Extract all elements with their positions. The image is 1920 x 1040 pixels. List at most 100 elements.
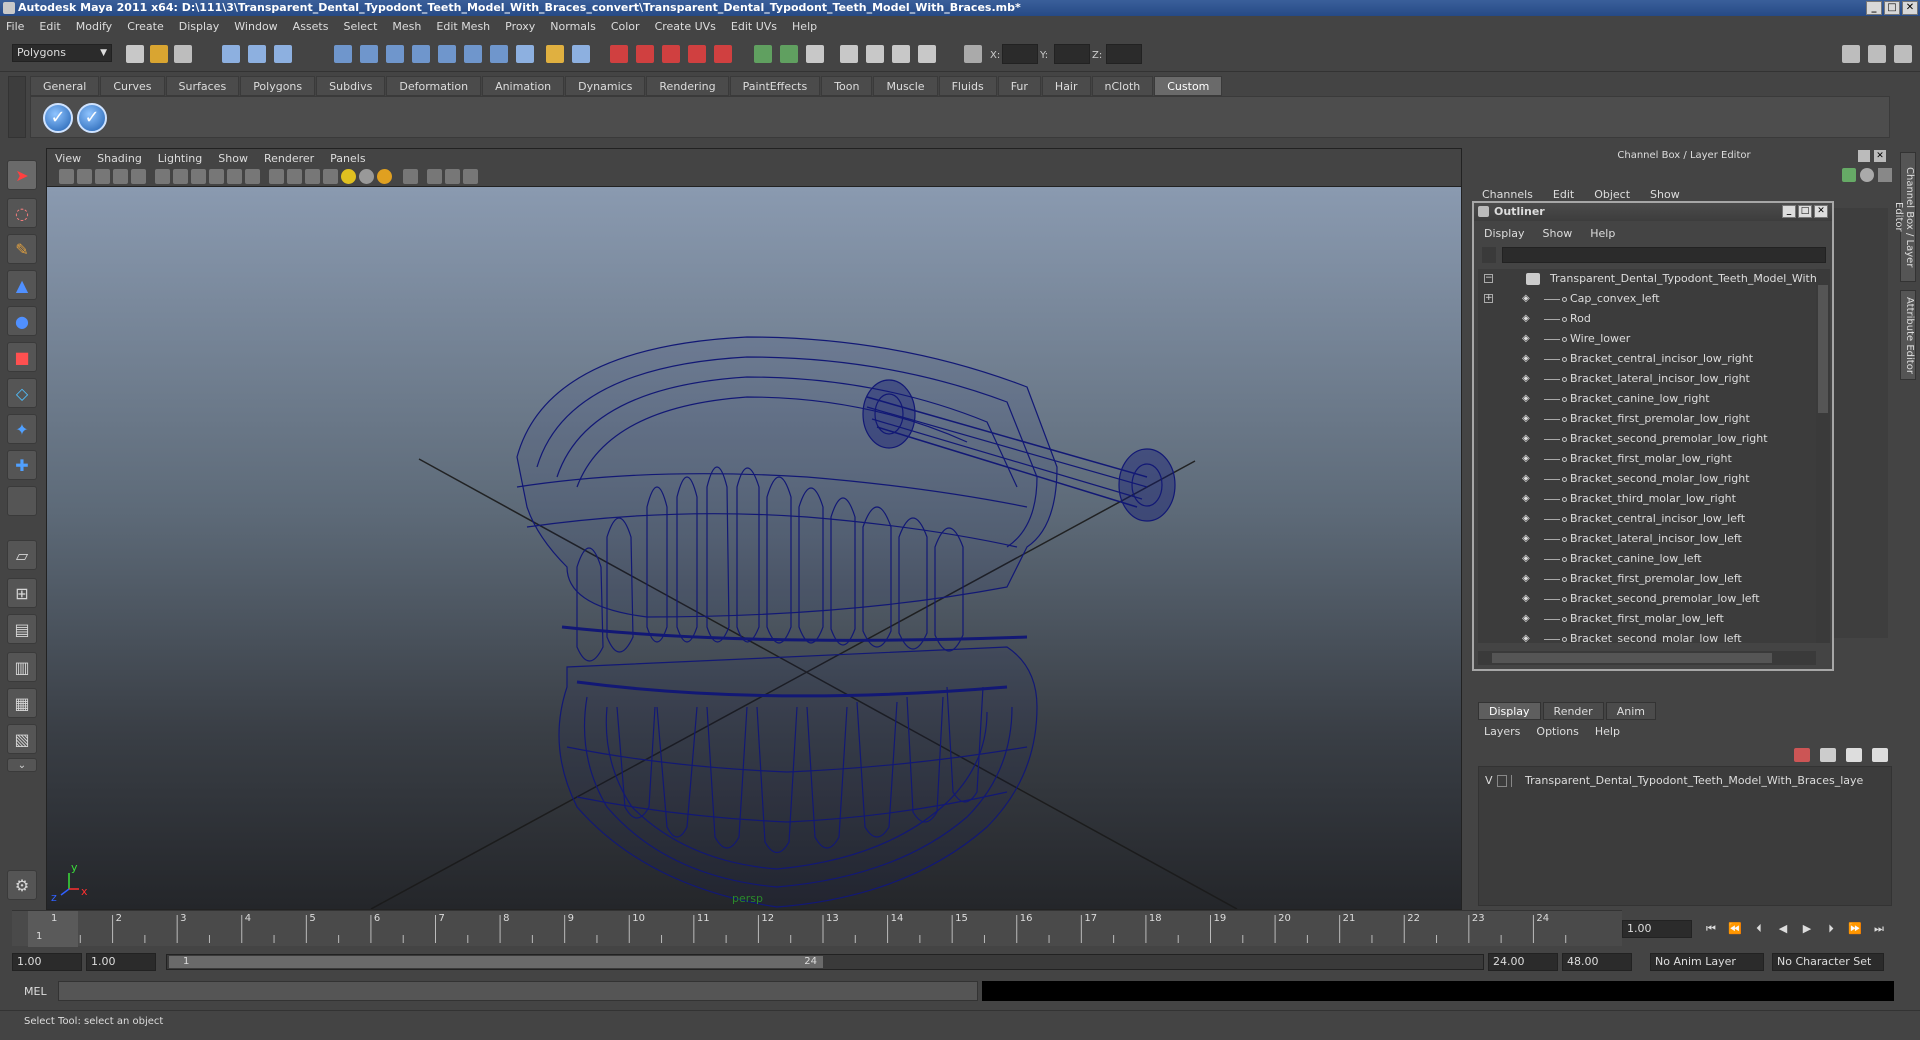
image-plane-icon[interactable] bbox=[113, 169, 128, 184]
outliner-item[interactable]: ◈ Bracket_lateral_incisor_low_left bbox=[1478, 529, 1816, 549]
snap-grid-icon[interactable] bbox=[334, 45, 352, 63]
animation-end-field[interactable]: 48.00 bbox=[1562, 953, 1632, 971]
outliner-item[interactable]: ◈ Bracket_second_premolar_low_left bbox=[1478, 589, 1816, 609]
menu-file[interactable]: File bbox=[6, 20, 24, 33]
menu-create-uvs[interactable]: Create UVs bbox=[655, 20, 716, 33]
menu-help[interactable]: Help bbox=[792, 20, 817, 33]
snap-curve-icon[interactable] bbox=[360, 45, 378, 63]
shelf-tab-animation[interactable]: Animation bbox=[482, 76, 565, 96]
wireframe-icon[interactable] bbox=[269, 169, 284, 184]
gate-mask-icon[interactable] bbox=[209, 169, 224, 184]
output-ops-icon[interactable] bbox=[780, 45, 798, 63]
open-scene-icon[interactable] bbox=[150, 45, 168, 63]
select-component-icon[interactable] bbox=[274, 45, 292, 63]
wireframe-on-shaded-icon[interactable] bbox=[305, 169, 320, 184]
shelf-tab-fluids[interactable]: Fluids bbox=[938, 76, 997, 96]
maximize-button[interactable]: □ bbox=[1884, 1, 1900, 15]
layer-tab-display[interactable]: Display bbox=[1478, 702, 1541, 720]
persp-graph-layout-icon[interactable]: ▥ bbox=[7, 652, 37, 682]
save-scene-icon[interactable] bbox=[174, 45, 192, 63]
single-perspective-layout-icon[interactable]: ▱ bbox=[7, 540, 37, 570]
2d-pan-icon[interactable] bbox=[131, 169, 146, 184]
outliner-horizontal-scrollbar[interactable] bbox=[1478, 651, 1816, 665]
field-chart-icon[interactable] bbox=[227, 169, 242, 184]
perspective-viewport[interactable]: View Shading Lighting Show Renderer Pane… bbox=[46, 148, 1462, 910]
graph-editor-icon[interactable] bbox=[866, 45, 884, 63]
outliner-item[interactable]: + ◈ Cap_convex_left bbox=[1478, 289, 1816, 309]
outliner-vertical-scrollbar[interactable] bbox=[1816, 269, 1830, 643]
shelf-tab-hair[interactable]: Hair bbox=[1041, 76, 1091, 96]
layer-menu-layers[interactable]: Layers bbox=[1484, 725, 1520, 738]
selection-mask-icon[interactable] bbox=[572, 45, 590, 63]
soft-mod-tool-icon[interactable]: ✦ bbox=[7, 414, 37, 444]
cb-menu-channels[interactable]: Channels bbox=[1482, 188, 1533, 201]
menu-edit[interactable]: Edit bbox=[39, 20, 60, 33]
grid-icon[interactable] bbox=[155, 169, 170, 184]
cb-speed-icon[interactable] bbox=[1860, 168, 1874, 182]
outliner-title-bar[interactable]: Outliner _ □ ✕ bbox=[1474, 203, 1832, 221]
layer-move-down-icon[interactable] bbox=[1820, 748, 1836, 762]
menu-color[interactable]: Color bbox=[611, 20, 640, 33]
go-to-end-icon[interactable]: ⏭ bbox=[1870, 922, 1888, 936]
backface-culling-icon[interactable] bbox=[463, 169, 478, 184]
filter-icon[interactable] bbox=[1482, 247, 1496, 263]
outliner-hscroll-thumb[interactable] bbox=[1492, 653, 1772, 663]
vp-menu-panels[interactable]: Panels bbox=[330, 152, 365, 165]
layer-editor-toggle-icon[interactable] bbox=[1894, 45, 1912, 63]
menu-edit-mesh[interactable]: Edit Mesh bbox=[436, 20, 490, 33]
outliner-item[interactable]: ◈ Bracket_central_incisor_low_left bbox=[1478, 509, 1816, 529]
anim-layer-dropdown[interactable]: No Anim Layer bbox=[1650, 953, 1764, 971]
side-tab-attribute-editor[interactable]: Attribute Editor bbox=[1900, 290, 1916, 380]
playback-start-field[interactable]: 1.00 bbox=[86, 953, 156, 971]
vp-menu-renderer[interactable]: Renderer bbox=[264, 152, 314, 165]
persp-outliner-layout-icon[interactable]: ▤ bbox=[7, 614, 37, 644]
menu-mesh[interactable]: Mesh bbox=[392, 20, 421, 33]
close-button[interactable]: ✕ bbox=[1902, 1, 1918, 15]
layer-visibility-toggle[interactable]: V bbox=[1485, 773, 1493, 789]
scale-tool-icon[interactable]: ■ bbox=[7, 342, 37, 372]
render-view-icon[interactable] bbox=[714, 45, 732, 63]
outliner-item[interactable]: ◈ Bracket_second_premolar_low_right bbox=[1478, 429, 1816, 449]
shelf-tab-general[interactable]: General bbox=[30, 76, 100, 96]
layer-move-up-icon[interactable] bbox=[1794, 748, 1810, 762]
layer-tab-render[interactable]: Render bbox=[1542, 702, 1604, 720]
cb-menu-edit[interactable]: Edit bbox=[1553, 188, 1574, 201]
shelf-tab-ncloth[interactable]: nCloth bbox=[1091, 76, 1154, 96]
outliner-minimize-button[interactable]: _ bbox=[1782, 205, 1796, 218]
time-slider[interactable]: 1 2 3 4 5 6 7 8 9 10 11 12 13 14 15 16 17 18 19 20 21 22 23 24 … bbox=[12, 910, 1622, 947]
construction-history-icon[interactable] bbox=[490, 45, 508, 63]
current-frame-field[interactable]: 1.00 bbox=[1622, 920, 1692, 938]
shelf-tab-curves[interactable]: Curves bbox=[100, 76, 165, 96]
resolution-gate-icon[interactable] bbox=[191, 169, 206, 184]
step-forward-key-icon[interactable]: ⏵ bbox=[1822, 922, 1840, 936]
layer-menu-options[interactable]: Options bbox=[1536, 725, 1578, 738]
outliner-item[interactable]: ◈ Bracket_first_premolar_low_right bbox=[1478, 409, 1816, 429]
safe-action-icon[interactable] bbox=[245, 169, 260, 184]
xray-icon[interactable] bbox=[427, 169, 442, 184]
collapse-icon[interactable]: − bbox=[1484, 274, 1493, 283]
outliner-filter-input[interactable] bbox=[1502, 247, 1826, 263]
lock-icon[interactable] bbox=[546, 45, 564, 63]
layer-menu-help[interactable]: Help bbox=[1595, 725, 1620, 738]
outliner-item[interactable]: ◈ Wire_lower bbox=[1478, 329, 1816, 349]
vp-menu-show[interactable]: Show bbox=[218, 152, 248, 165]
help-icon[interactable] bbox=[516, 45, 534, 63]
outliner-item[interactable]: ◈ Bracket_second_molar_low_right bbox=[1478, 469, 1816, 489]
layer-color-swatch[interactable] bbox=[1511, 775, 1521, 787]
ipr-render-icon[interactable] bbox=[636, 45, 654, 63]
mel-label[interactable]: MEL bbox=[24, 985, 47, 998]
input-ops-icon[interactable] bbox=[754, 45, 772, 63]
custom-layout-icon[interactable]: ▧ bbox=[7, 724, 37, 754]
menu-edit-uvs[interactable]: Edit UVs bbox=[731, 20, 777, 33]
outliner-item[interactable]: ◈ Rod bbox=[1478, 309, 1816, 329]
bookmark-icon[interactable] bbox=[95, 169, 110, 184]
range-slider-track[interactable]: 1 24 bbox=[166, 954, 1484, 970]
shelf-tab-toon[interactable]: Toon bbox=[821, 76, 873, 96]
hypershade-persp-layout-icon[interactable]: ▦ bbox=[7, 688, 37, 718]
render-settings-icon[interactable] bbox=[662, 45, 680, 63]
outliner-item[interactable]: ◈ Bracket_first_premolar_low_left bbox=[1478, 569, 1816, 589]
expand-icon[interactable]: + bbox=[1484, 294, 1493, 303]
side-tab-channel-box[interactable]: Channel Box / Layer Editor bbox=[1893, 152, 1916, 282]
step-back-frame-icon[interactable]: ⏪ bbox=[1726, 922, 1744, 936]
outliner-maximize-button[interactable]: □ bbox=[1798, 205, 1812, 218]
